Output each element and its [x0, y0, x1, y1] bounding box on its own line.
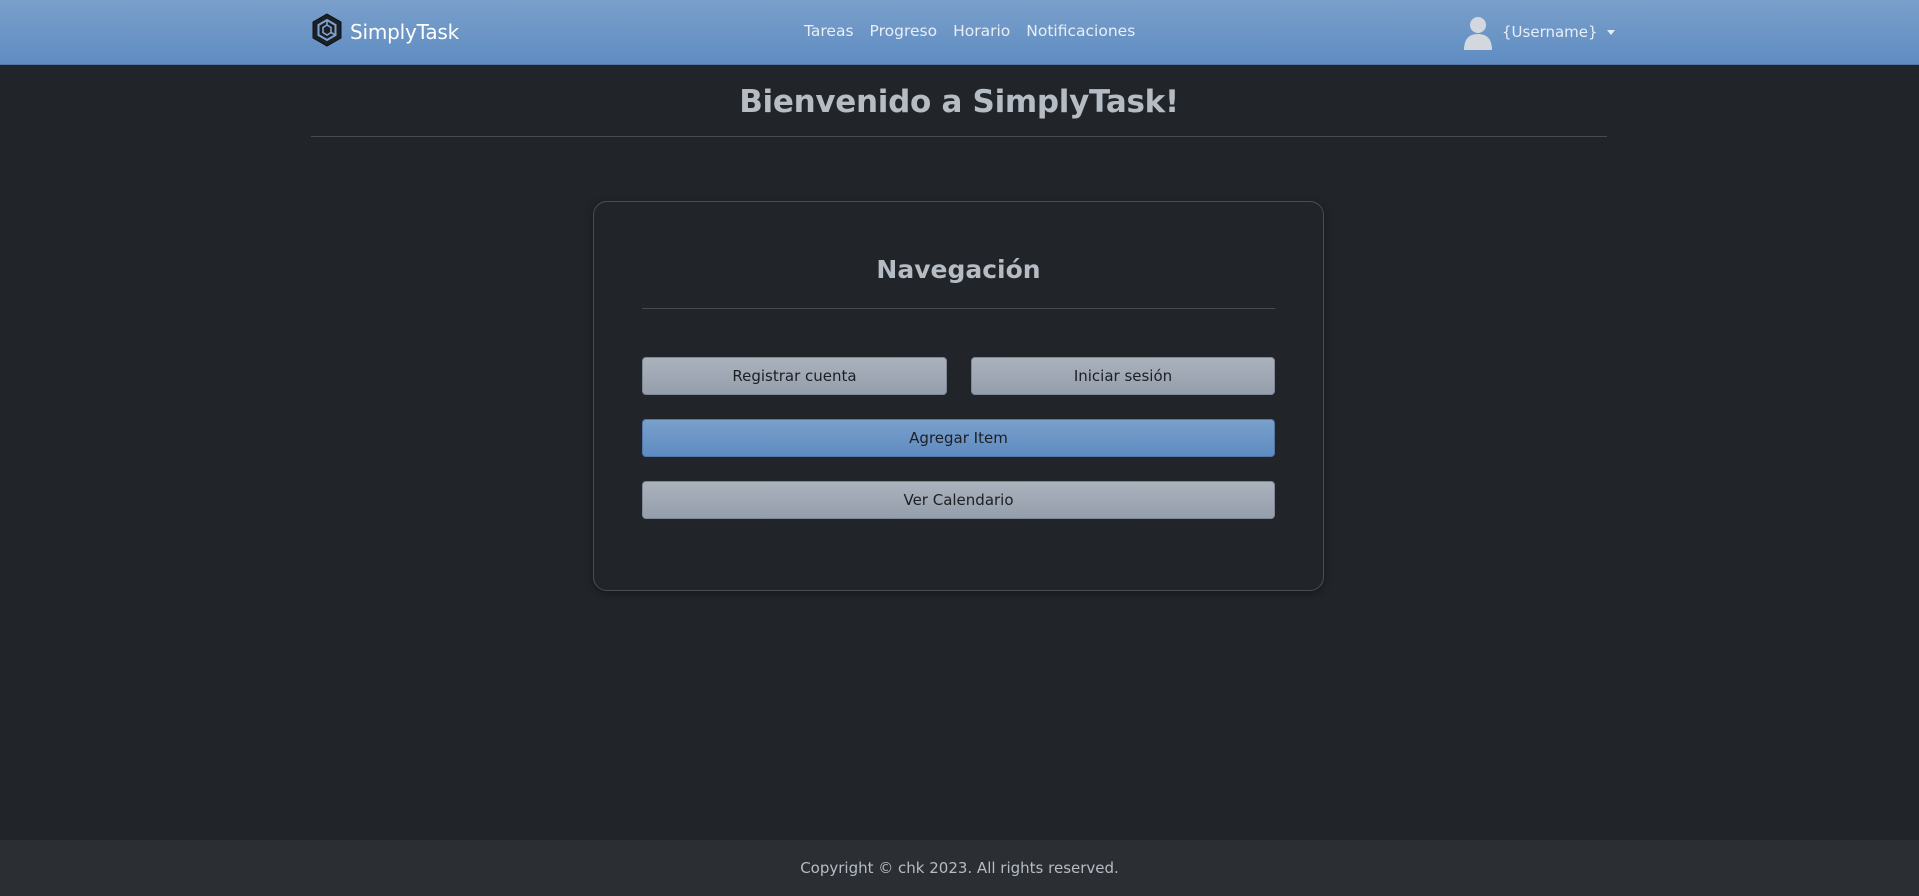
user-avatar-icon: [1462, 14, 1494, 50]
user-menu-toggle[interactable]: {Username}: [1462, 14, 1615, 50]
title-divider: [311, 136, 1607, 137]
navigation-card: Navegación Registrar cuenta Iniciar sesi…: [593, 201, 1324, 591]
username: {Username}: [1502, 23, 1598, 41]
brand-name: SimplyTask: [350, 20, 459, 44]
caret-down-icon: [1606, 29, 1615, 35]
add-item-button[interactable]: Agregar Item: [642, 419, 1275, 457]
card-divider: [642, 308, 1275, 309]
page-title: Bienvenido a SimplyTask!: [739, 84, 1179, 120]
nav-link-tareas[interactable]: Tareas: [804, 22, 854, 40]
view-calendar-button[interactable]: Ver Calendario: [642, 481, 1275, 519]
nav-link-notificaciones[interactable]: Notificaciones: [1026, 22, 1135, 40]
nav-link-horario[interactable]: Horario: [953, 22, 1010, 40]
main-nav: Tareas Progreso Horario Notificaciones: [804, 22, 1135, 40]
hexagon-logo-icon: [311, 13, 343, 51]
login-button[interactable]: Iniciar sesión: [971, 357, 1275, 395]
brand-link[interactable]: SimplyTask: [311, 13, 459, 51]
top-navbar: SimplyTask Tareas Progreso Horario Notif…: [0, 0, 1919, 65]
copyright-text: Copyright © chk 2023. All rights reserve…: [800, 859, 1119, 877]
register-account-button[interactable]: Registrar cuenta: [642, 357, 947, 395]
nav-link-progreso[interactable]: Progreso: [870, 22, 938, 40]
card-title: Navegación: [876, 255, 1041, 284]
footer: Copyright © chk 2023. All rights reserve…: [0, 840, 1919, 896]
